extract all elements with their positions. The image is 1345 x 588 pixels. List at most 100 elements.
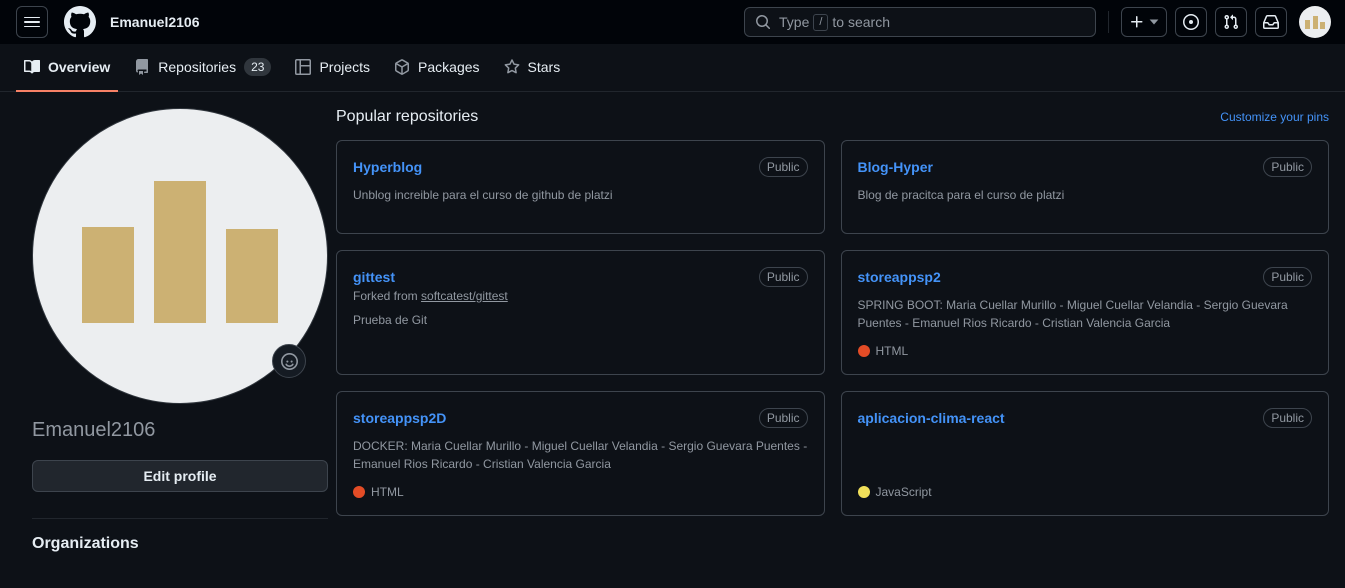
tab-stars[interactable]: Stars	[496, 44, 569, 92]
github-logo-icon[interactable]	[64, 6, 96, 38]
hamburger-icon[interactable]	[16, 6, 48, 38]
star-icon	[504, 59, 519, 74]
package-icon	[395, 59, 410, 75]
repo-language: HTML	[857, 332, 1313, 358]
repo-icon	[136, 59, 149, 75]
repo-card-header: Hyperblog Public	[353, 157, 808, 178]
tab-overview[interactable]: Overview	[16, 44, 119, 92]
header-actions: Type / to search	[744, 0, 1331, 44]
visibility-badge: Public	[758, 408, 808, 428]
main-content: Popular repositories Customize your pins…	[336, 92, 1329, 553]
visibility-badge: Public	[758, 267, 808, 287]
repo-card[interactable]: Hyperblog Public Unblog increible para e…	[336, 140, 825, 234]
avatar-bar	[154, 181, 206, 323]
repo-description: Blog de pracitca para el curso de platzi	[857, 188, 1065, 202]
tab-label: Projects	[319, 59, 371, 75]
git-pull-request-icon	[1224, 14, 1239, 30]
repo-card-header: Blog-Hyper Public	[858, 157, 1312, 178]
avatar-bar	[82, 227, 134, 323]
repo-name-link[interactable]: gittest	[353, 267, 395, 288]
tab-repositories[interactable]: Repositories 23	[126, 44, 279, 92]
repo-card[interactable]: storeappsp2D Public DOCKER: Maria Cuella…	[336, 391, 825, 516]
repo-card[interactable]: storeappsp2 Public SPRING BOOT: Maria Cu…	[840, 250, 1329, 375]
visibility-badge: Public	[1263, 267, 1312, 287]
repo-card[interactable]: Blog-Hyper Public Blog de pracitca para …	[840, 140, 1329, 234]
repo-card-header: storeappsp2 Public	[858, 267, 1312, 288]
notifications-button[interactable]	[1255, 7, 1287, 37]
repo-name-link[interactable]: storeappsp2	[858, 267, 941, 288]
language-color-dot	[857, 486, 870, 498]
forked-from-label: Forked from	[353, 289, 418, 303]
repo-name-link[interactable]: aplicacion-clima-react	[858, 408, 1005, 429]
issues-button[interactable]	[1175, 7, 1207, 37]
forked-from: Forked from softcatest/gittest	[353, 289, 808, 303]
repo-card-header: aplicacion-clima-react Public	[858, 408, 1312, 429]
avatar[interactable]	[1299, 6, 1331, 38]
search-input[interactable]: Type / to search	[744, 7, 1096, 37]
language-color-dot	[353, 486, 365, 498]
language-label: JavaScript	[875, 485, 932, 499]
global-header: Emanuel2106 Type / to search	[0, 0, 1345, 44]
avatar-bar	[226, 229, 278, 323]
repo-language: HTML	[353, 473, 808, 499]
page-body: Emanuel2106 Edit profile Organizations P…	[0, 92, 1345, 553]
repo-card-header: gittest Public	[353, 267, 808, 288]
avatar-bar	[1305, 20, 1310, 29]
repo-card-header: storeappsp2D Public	[353, 408, 808, 429]
search-placeholder-prefix: Type	[779, 14, 810, 30]
avatar-bar	[1320, 22, 1325, 29]
table-icon	[295, 59, 312, 75]
repo-language: JavaScript	[857, 473, 1313, 499]
avatar-bar	[1312, 16, 1318, 29]
popular-repositories-header: Popular repositories Customize your pins	[336, 108, 1329, 126]
repo-description: SPRING BOOT: Maria Cuellar Murillo - Mig…	[857, 298, 1288, 330]
repo-name-link[interactable]: storeappsp2D	[353, 408, 446, 429]
tab-label: Repositories	[158, 59, 237, 75]
smiley-icon	[280, 352, 298, 370]
language-label: HTML	[875, 344, 909, 358]
issue-opened-icon	[1183, 14, 1199, 30]
hamburger-bar	[24, 16, 40, 19]
forked-from-link[interactable]: softcatest/gittest	[421, 289, 508, 303]
tab-packages[interactable]: Packages	[386, 44, 487, 92]
visibility-badge: Public	[1263, 408, 1312, 428]
visibility-badge: Public	[1263, 157, 1312, 177]
search-shortcut-key: /	[813, 13, 829, 31]
pull-requests-button[interactable]	[1215, 7, 1247, 37]
profile-nav-tabs: Overview Repositories 23 Projects Packag…	[0, 44, 1345, 92]
tab-label: Overview	[48, 59, 111, 75]
page-title: Popular repositories	[336, 108, 479, 125]
inbox-icon	[1263, 14, 1279, 29]
profile-avatar-wrapper	[32, 108, 328, 404]
repo-card[interactable]: gittest Public Forked from softcatest/gi…	[336, 250, 825, 375]
hamburger-bar	[24, 25, 40, 28]
tab-label: Packages	[418, 59, 480, 75]
search-icon	[756, 15, 771, 30]
repo-description: Unblog increible para el curso de github…	[353, 188, 613, 202]
chevron-down-icon	[1149, 19, 1159, 25]
header-username[interactable]: Emanuel2106	[110, 14, 200, 30]
set-status-button[interactable]	[272, 344, 306, 378]
repositories-count: 23	[244, 58, 272, 76]
popular-repositories-grid: Hyperblog Public Unblog increible para e…	[336, 140, 1329, 516]
book-icon	[24, 59, 40, 74]
customize-pins-link[interactable]: Customize your pins	[1220, 110, 1329, 124]
repo-name-link[interactable]: Blog-Hyper	[858, 157, 933, 178]
repo-card[interactable]: aplicacion-clima-react Public JavaScript	[840, 391, 1329, 516]
search-placeholder-suffix: to search	[832, 14, 891, 30]
language-color-dot	[857, 345, 870, 357]
organizations-heading: Organizations	[32, 535, 139, 552]
profile-sidebar: Emanuel2106 Edit profile Organizations	[16, 92, 328, 553]
tab-projects[interactable]: Projects	[287, 44, 378, 92]
sidebar-divider	[32, 518, 328, 519]
header-divider	[1108, 11, 1109, 33]
language-label: HTML	[371, 485, 404, 499]
profile-username: Emanuel2106	[32, 419, 156, 441]
repo-name-link[interactable]: Hyperblog	[353, 157, 422, 178]
repo-description: DOCKER: Maria Cuellar Murillo - Miguel C…	[353, 439, 808, 471]
edit-profile-button[interactable]: Edit profile	[32, 460, 328, 492]
create-new-button[interactable]	[1121, 7, 1167, 37]
tab-label: Stars	[527, 59, 561, 75]
search-placeholder: Type / to search	[779, 13, 891, 31]
hamburger-bar	[24, 21, 40, 23]
